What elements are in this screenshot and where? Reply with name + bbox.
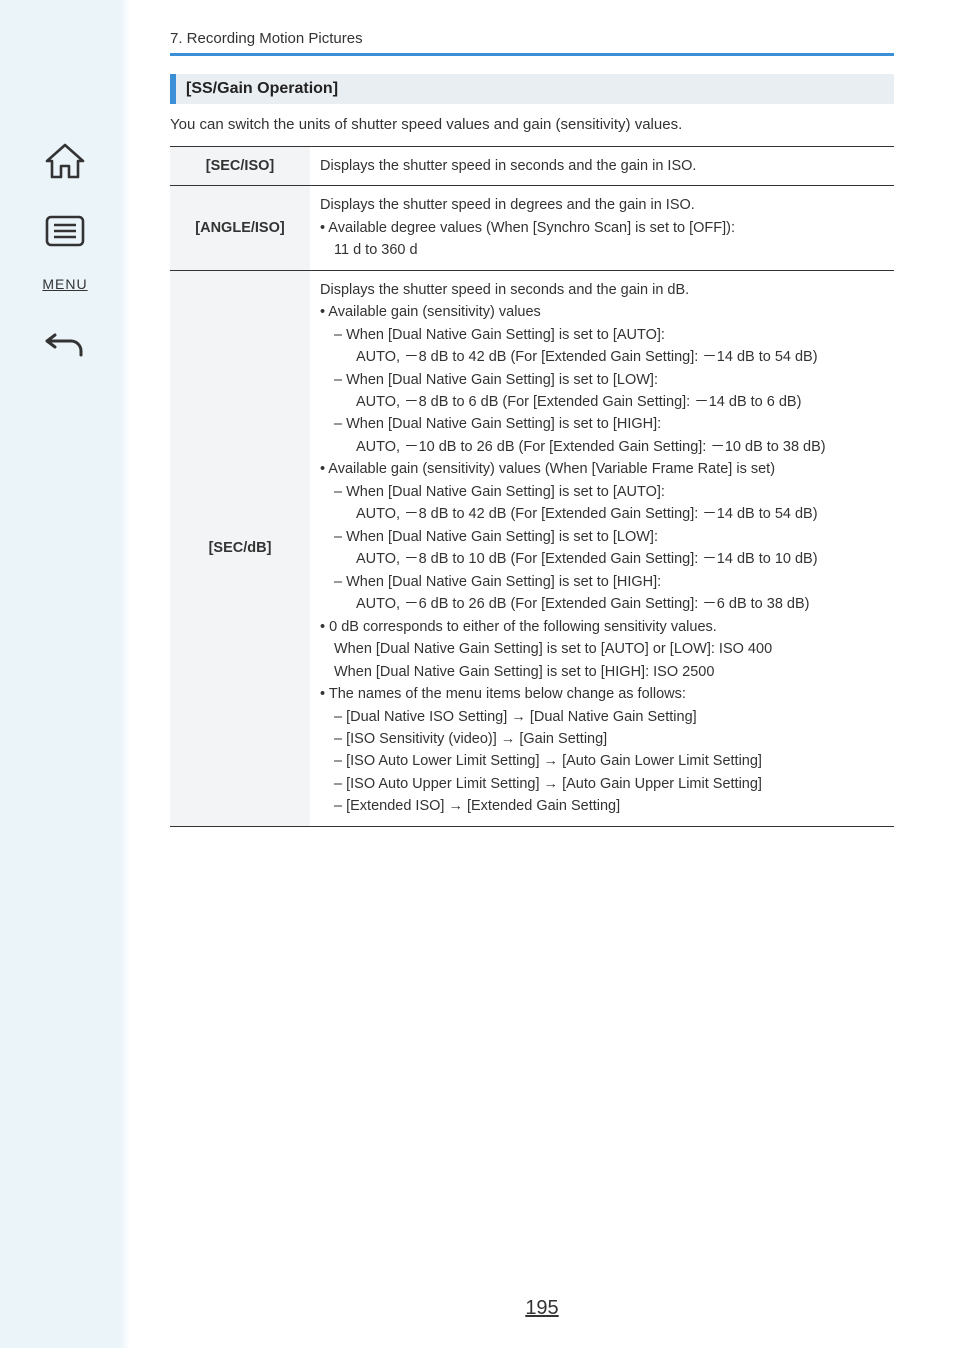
desc-line: AUTO, －8 dB to 42 dB (For [Extended Gain… [320, 346, 884, 368]
page-number[interactable]: 195 [525, 1297, 558, 1320]
options-table: [SEC/ISO] Displays the shutter speed in s… [170, 146, 894, 827]
desc-line: – [Dual Native ISO Setting] → [Dual Nati… [320, 706, 884, 728]
desc-line: – [ISO Sensitivity (video)] → [Gain Sett… [320, 728, 884, 750]
desc-line: – When [Dual Native Gain Setting] is set… [320, 369, 884, 391]
menu-nav-label[interactable]: MENU [42, 276, 87, 292]
sidebar: MENU [0, 0, 130, 1348]
desc-line: AUTO, －8 dB to 10 dB (For [Extended Gain… [320, 548, 884, 570]
table-row: [SEC/ISO] Displays the shutter speed in s… [170, 146, 894, 185]
desc-line: AUTO, －10 dB to 26 dB (For [Extended Gai… [320, 436, 884, 458]
desc-line: When [Dual Native Gain Setting] is set t… [320, 638, 884, 660]
toc-icon[interactable] [43, 210, 87, 252]
desc-line: – When [Dual Native Gain Setting] is set… [320, 324, 884, 346]
desc-line: – When [Dual Native Gain Setting] is set… [320, 526, 884, 548]
desc-line: AUTO, －8 dB to 6 dB (For [Extended Gain … [320, 391, 884, 413]
desc-line: – When [Dual Native Gain Setting] is set… [320, 571, 884, 593]
option-description: Displays the shutter speed in degrees an… [310, 186, 894, 270]
desc-line: Displays the shutter speed in degrees an… [320, 194, 884, 216]
table-row: [ANGLE/ISO] Displays the shutter speed in… [170, 186, 894, 270]
desc-line: • Available gain (sensitivity) values (W… [320, 458, 884, 480]
desc-line: Displays the shutter speed in seconds an… [320, 155, 884, 177]
option-label: [SEC/dB] [170, 270, 310, 826]
home-icon[interactable] [43, 140, 87, 182]
desc-line: Displays the shutter speed in seconds an… [320, 279, 884, 301]
option-description: Displays the shutter speed in seconds an… [310, 270, 894, 826]
desc-line: – When [Dual Native Gain Setting] is set… [320, 413, 884, 435]
desc-line: • Available degree values (When [Synchro… [320, 217, 884, 239]
desc-line: When [Dual Native Gain Setting] is set t… [320, 661, 884, 683]
desc-line: • Available gain (sensitivity) values [320, 301, 884, 323]
desc-line: 11 d to 360 d [320, 239, 884, 261]
divider [170, 53, 894, 56]
desc-line: – [ISO Auto Lower Limit Setting] → [Auto… [320, 750, 884, 772]
desc-line: AUTO, －8 dB to 42 dB (For [Extended Gain… [320, 503, 884, 525]
back-icon[interactable] [43, 320, 87, 362]
desc-line: • 0 dB corresponds to either of the foll… [320, 616, 884, 638]
breadcrumb: 7. Recording Motion Pictures [170, 30, 894, 53]
desc-line: • The names of the menu items below chan… [320, 683, 884, 705]
desc-line: AUTO, －6 dB to 26 dB (For [Extended Gain… [320, 593, 884, 615]
table-row: [SEC/dB] Displays the shutter speed in se… [170, 270, 894, 826]
desc-line: – [ISO Auto Upper Limit Setting] → [Auto… [320, 773, 884, 795]
section-heading: [SS/Gain Operation] [170, 74, 894, 104]
option-label: [SEC/ISO] [170, 146, 310, 185]
option-label: [ANGLE/ISO] [170, 186, 310, 270]
option-description: Displays the shutter speed in seconds an… [310, 146, 894, 185]
section-description: You can switch the units of shutter spee… [170, 114, 894, 136]
main-content: 7. Recording Motion Pictures [SS/Gain Op… [130, 0, 954, 1348]
desc-line: – [Extended ISO] → [Extended Gain Settin… [320, 795, 884, 817]
desc-line: – When [Dual Native Gain Setting] is set… [320, 481, 884, 503]
